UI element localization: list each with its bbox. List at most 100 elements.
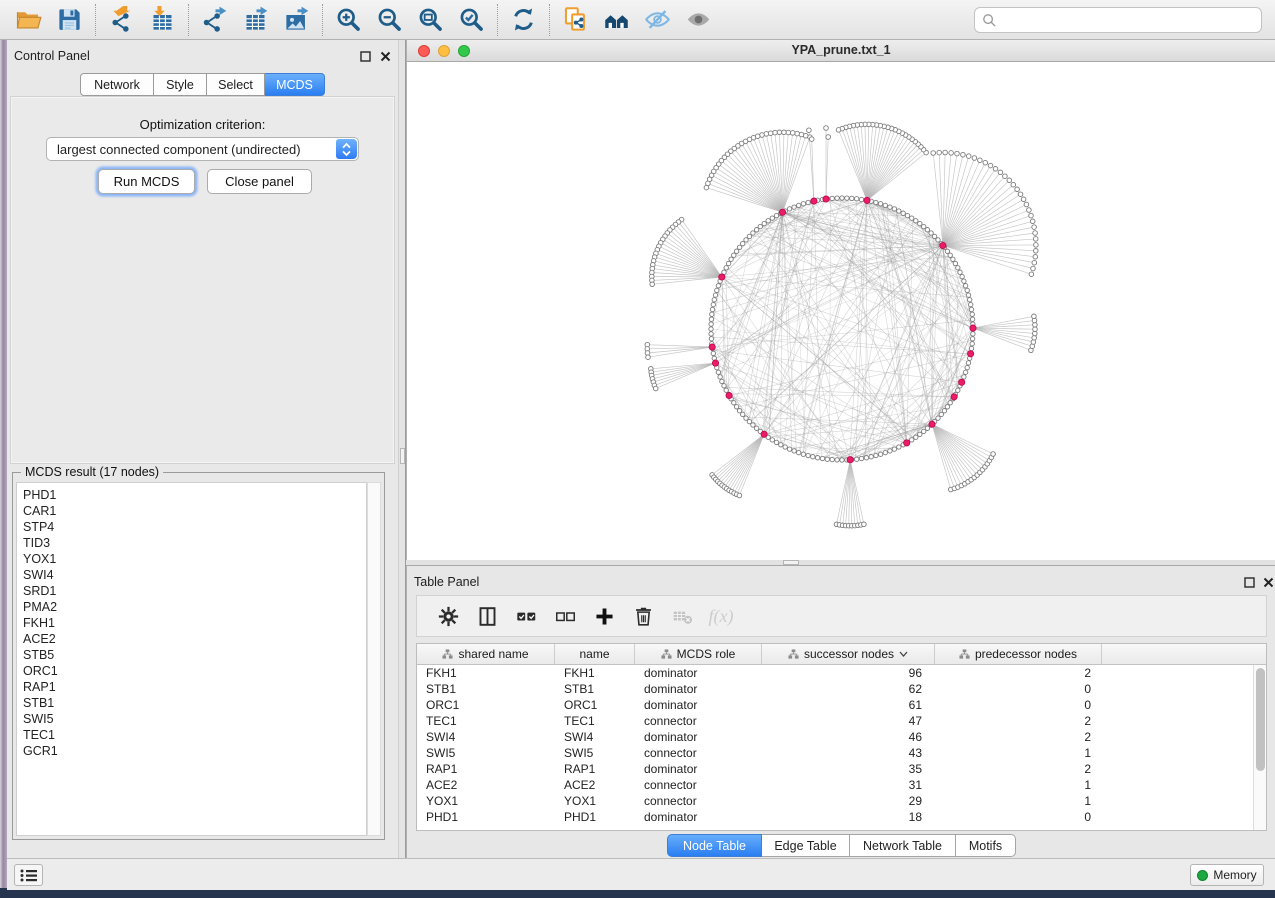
network-node[interactable] — [918, 221, 922, 225]
network-node[interactable] — [835, 458, 839, 462]
network-node[interactable] — [1033, 237, 1038, 242]
network-node[interactable] — [897, 209, 901, 213]
network-node[interactable] — [922, 429, 926, 433]
network-node[interactable] — [914, 435, 918, 439]
network-node[interactable] — [936, 238, 940, 242]
network-node[interactable] — [883, 203, 887, 207]
cell[interactable]: YOX1 — [417, 793, 555, 809]
float-panel-icon[interactable] — [359, 50, 371, 62]
cell[interactable]: FKH1 — [555, 665, 635, 681]
network-node[interactable] — [971, 332, 975, 336]
column-header-shared-name[interactable]: shared name — [417, 644, 555, 664]
hide-selected-button[interactable] — [637, 3, 678, 37]
network-node[interactable] — [729, 257, 733, 261]
network-node[interactable] — [710, 307, 714, 311]
cell[interactable]: RAP1 — [555, 761, 635, 777]
network-node[interactable] — [737, 493, 742, 498]
network-node[interactable] — [888, 205, 892, 209]
network-node[interactable] — [1021, 197, 1026, 202]
network-node[interactable] — [646, 355, 651, 360]
network-node[interactable] — [864, 456, 868, 460]
search-input[interactable] — [997, 10, 1261, 30]
network-node[interactable] — [901, 211, 905, 215]
table-row[interactable]: SWI5SWI5connector431 — [417, 745, 1266, 761]
cell[interactable]: 2 — [935, 665, 1102, 681]
cell[interactable]: dominator — [635, 761, 762, 777]
network-node[interactable] — [1033, 231, 1038, 236]
network-node[interactable] — [949, 151, 954, 156]
network-node[interactable] — [963, 370, 967, 374]
network-node[interactable] — [945, 405, 949, 409]
columns-button[interactable] — [472, 601, 502, 631]
mcds-result-scrollbar[interactable] — [367, 482, 381, 836]
tab-network[interactable]: Network — [80, 73, 154, 96]
cell[interactable]: 0 — [935, 697, 1102, 713]
network-node[interactable] — [824, 126, 829, 131]
network-node[interactable] — [939, 412, 943, 416]
network-node[interactable] — [737, 245, 741, 249]
tab-motifs[interactable]: Motifs — [956, 834, 1016, 857]
cell[interactable]: 1 — [935, 777, 1102, 793]
network-node[interactable] — [969, 302, 973, 306]
network-node[interactable] — [869, 455, 873, 459]
table-row[interactable]: ORC1ORC1dominator610 — [417, 697, 1266, 713]
zoom-out-button[interactable] — [369, 3, 410, 37]
network-node[interactable] — [862, 522, 867, 527]
mcds-result-list[interactable]: PHD1CAR1STP4TID3YOX1SWI4SRD1PMA2FKH1ACE2… — [16, 482, 367, 836]
network-node[interactable] — [799, 132, 804, 137]
network-node[interactable] — [709, 337, 713, 341]
mcds-hub-node[interactable] — [712, 360, 718, 366]
network-node[interactable] — [787, 207, 791, 211]
network-node[interactable] — [1011, 182, 1016, 187]
cell[interactable]: 2 — [935, 713, 1102, 729]
vertical-splitter[interactable] — [398, 40, 406, 858]
network-node[interactable] — [722, 384, 726, 388]
network-node[interactable] — [709, 332, 713, 336]
cell[interactable]: connector — [635, 793, 762, 809]
network-node[interactable] — [1033, 327, 1038, 332]
network-node[interactable] — [732, 401, 736, 405]
cell[interactable]: 1 — [935, 793, 1102, 809]
network-node[interactable] — [1015, 187, 1020, 192]
network-node[interactable] — [972, 156, 977, 161]
network-node[interactable] — [734, 405, 738, 409]
network-node[interactable] — [883, 450, 887, 454]
cell[interactable]: SWI5 — [555, 745, 635, 761]
network-node[interactable] — [783, 445, 787, 449]
cell[interactable]: ORC1 — [417, 697, 555, 713]
network-node[interactable] — [787, 447, 791, 451]
table-row[interactable]: PHD1PHD1dominator180 — [417, 809, 1266, 825]
network-node[interactable] — [892, 207, 896, 211]
network-node[interactable] — [942, 409, 946, 413]
export-table-button[interactable] — [235, 3, 276, 37]
mcds-result-item[interactable]: SWI4 — [23, 567, 366, 583]
mcds-result-item[interactable]: TEC1 — [23, 727, 366, 743]
network-node[interactable] — [720, 379, 724, 383]
network-node[interactable] — [820, 456, 824, 460]
network-node[interactable] — [754, 228, 758, 232]
network-node[interactable] — [1027, 208, 1032, 213]
network-node[interactable] — [855, 197, 859, 201]
network-node[interactable] — [918, 432, 922, 436]
network-node[interactable] — [951, 257, 955, 261]
cell[interactable]: PHD1 — [555, 809, 635, 825]
network-node[interactable] — [966, 361, 970, 365]
cell[interactable]: SWI4 — [555, 729, 635, 745]
mcds-result-item[interactable]: PMA2 — [23, 599, 366, 615]
network-node[interactable] — [718, 375, 722, 379]
network-node[interactable] — [732, 253, 736, 257]
cell[interactable]: 46 — [762, 729, 935, 745]
mcds-result-item[interactable]: STP4 — [23, 519, 366, 535]
cell[interactable]: 47 — [762, 713, 935, 729]
first-neighbors-button[interactable] — [596, 3, 637, 37]
search-box[interactable] — [974, 7, 1262, 33]
network-node[interactable] — [716, 284, 720, 288]
network-node[interactable] — [770, 216, 774, 220]
cell[interactable]: dominator — [635, 681, 762, 697]
network-node[interactable] — [968, 298, 972, 302]
network-node[interactable] — [970, 312, 974, 316]
select-all-button[interactable] — [511, 601, 541, 631]
scrollbar-thumb[interactable] — [1256, 668, 1265, 771]
cell[interactable]: STB1 — [417, 681, 555, 697]
network-node[interactable] — [892, 447, 896, 451]
